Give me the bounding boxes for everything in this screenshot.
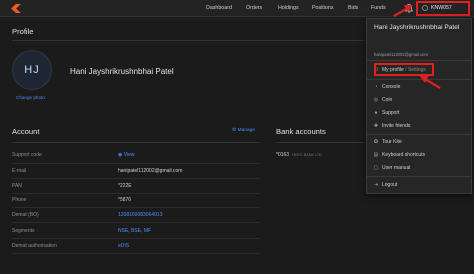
change-photo-link[interactable]: Change photo [16, 95, 45, 100]
menu-item-keyboard-shortcuts[interactable]: ▤ Keyboard shortcuts [373, 150, 425, 160]
kite-logo-icon[interactable] [11, 4, 21, 13]
coin-label: Coin [382, 97, 393, 103]
menu-item-invite-friends[interactable]: ✚ Invite friends [373, 121, 410, 131]
logout-label: Logout [382, 182, 398, 188]
menu-item-logout[interactable]: ⇥ Logout [373, 180, 397, 190]
profile-full-name: Hani Jayshrikrushnbhai Patel [70, 67, 174, 76]
keyboard-icon: ▤ [373, 152, 379, 158]
bank-divider [276, 142, 364, 143]
menu-user-email: hanipatel112002@gmail.com [374, 52, 428, 57]
demat-bo-label: Demat (BO) [12, 212, 39, 218]
manual-icon: ▢ [373, 165, 379, 171]
row-divider [12, 163, 260, 164]
pan-label: PAN [12, 183, 22, 189]
account-section-title: Account [12, 127, 40, 136]
phone-value: *5876 [118, 197, 132, 203]
menu-item-support[interactable]: ● Support [373, 108, 400, 118]
support-label: Support [382, 110, 400, 116]
bank-account-row: *0163 HDFC BANK LTD [276, 152, 322, 158]
profile-section-title: Profile [12, 27, 34, 36]
row-divider [12, 222, 260, 223]
row-divider [12, 193, 260, 194]
nav-holdings[interactable]: Holdings [278, 0, 299, 17]
support-code-view-link[interactable]: ◉ View [118, 152, 135, 158]
menu-user-name: Hani Jayshrikrushnbhai Patel [374, 24, 460, 31]
bank-accounts-section-title: Bank accounts [276, 127, 326, 136]
nav-positions[interactable]: Positions [312, 0, 334, 17]
pan-value: *222E [118, 183, 132, 189]
email-value: hanipatel112002@gmail.com [118, 168, 183, 174]
phone-label: Phone [12, 197, 27, 203]
menu-divider [367, 60, 471, 61]
email-label: E-mail [12, 168, 27, 174]
manage-account-link[interactable]: ⚙ Manage [232, 128, 255, 133]
tour-kite-label: Tour Kite [382, 139, 402, 145]
user-manual-label: User manual [382, 165, 411, 171]
row-divider [12, 253, 260, 254]
segments-label: Segments [12, 228, 35, 234]
user-id-chip[interactable]: KNW057 [416, 1, 470, 16]
segments-value[interactable]: NSE, BSE, MF [118, 228, 151, 234]
demat-authorisation-label: Demat authorisation [12, 243, 57, 249]
nav-bids[interactable]: Bids [348, 0, 358, 17]
menu-item-user-manual[interactable]: ▢ User manual [373, 163, 411, 173]
coin-icon: ◎ [373, 97, 379, 103]
user-dropdown-menu: Hani Jayshrikrushnbhai Patel hanipatel11… [366, 18, 472, 194]
menu-divider [367, 134, 471, 135]
menu-divider [367, 176, 471, 177]
user-avatar-icon [422, 4, 428, 11]
user-id-label: KNW057 [431, 5, 452, 11]
logout-icon: ⇥ [373, 182, 379, 188]
support-code-value: View [123, 152, 135, 158]
nav-funds[interactable]: Funds [371, 0, 386, 17]
menu-item-tour-kite[interactable]: ✪ Tour Kite [373, 137, 402, 147]
bank-name: HDFC BANK LTD [292, 153, 322, 157]
manage-label: Manage [237, 128, 255, 133]
bank-account-number: *0163 [276, 152, 290, 158]
nav-orders[interactable]: Orders [246, 0, 262, 17]
console-label: Console [382, 84, 401, 90]
support-code-label: Support code [12, 152, 42, 158]
row-divider [12, 178, 260, 179]
support-icon: ● [374, 110, 378, 116]
annotation-arrow-icon [393, 5, 413, 17]
menu-item-console[interactable]: ◔ Console [373, 82, 400, 92]
tour-icon: ✪ [373, 139, 379, 145]
nav-dashboard[interactable]: Dashboard [206, 0, 232, 17]
profile-divider [12, 40, 364, 41]
menu-item-coin[interactable]: ◎ Coin [373, 95, 392, 105]
row-divider [12, 238, 260, 239]
avatar: HJ [12, 50, 52, 90]
demat-authorisation-value[interactable]: eDIS [118, 243, 129, 249]
demat-bo-value[interactable]: 1208160083064913 [118, 212, 163, 218]
invite-icon: ✚ [373, 123, 379, 129]
annotation-arrow-icon [419, 75, 441, 89]
row-divider [12, 207, 260, 208]
account-divider [12, 142, 260, 143]
keyboard-shortcuts-label: Keyboard shortcuts [382, 152, 426, 158]
console-icon: ◔ [374, 84, 378, 90]
invite-friends-label: Invite friends [382, 123, 411, 129]
